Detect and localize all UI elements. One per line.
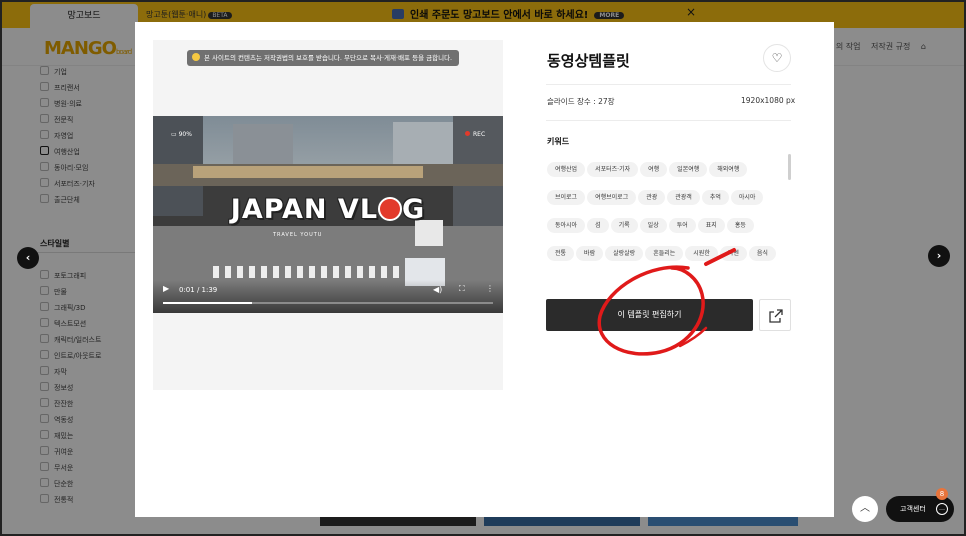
vlog-title-overlay: JAPAN VL G xyxy=(213,194,443,225)
keyword-chip[interactable]: 관광 xyxy=(638,190,666,205)
keyword-chip[interactable]: 음식 xyxy=(748,246,776,261)
vlog-title-right: G xyxy=(402,194,426,225)
keyword-chip[interactable]: 서포터즈·기자 xyxy=(587,162,639,177)
chevron-up-icon: ︿ xyxy=(860,503,870,514)
volume-icon: ◀) xyxy=(433,285,443,294)
rec-label: REC xyxy=(473,131,486,138)
keyword-chip[interactable]: 여행 xyxy=(640,162,668,177)
keyword-chip[interactable]: 일상 xyxy=(639,218,667,233)
customer-center-label: 고객센터 xyxy=(900,505,926,513)
scroll-top-button[interactable]: ︿ xyxy=(852,496,878,522)
keyword-chip[interactable]: 시원한 xyxy=(685,246,718,261)
keyword-scrollbar[interactable] xyxy=(788,154,791,180)
favorite-button[interactable]: ♡ xyxy=(763,44,791,72)
rec-indicator: REC xyxy=(465,131,485,138)
copyright-notice: 본 사이트의 컨텐츠는 저작권법의 보호를 받습니다. 무단으로 복사·게재·배… xyxy=(187,50,460,66)
divider xyxy=(546,120,791,121)
video-progress-bar[interactable] xyxy=(163,302,493,304)
copyright-text: 본 사이트의 컨텐츠는 저작권법의 보호를 받습니다. 무단으로 복사·게재·배… xyxy=(204,54,453,62)
keywords-heading: 키워드 xyxy=(547,137,570,146)
keyword-chip[interactable]: 홍등 xyxy=(726,218,754,233)
notification-badge: 8 xyxy=(936,488,948,500)
chevron-right-icon: › xyxy=(936,249,942,262)
preview-panel: 본 사이트의 컨텐츠는 저작권법의 보호를 받습니다. 무단으로 복사·게재·배… xyxy=(153,40,503,390)
fullscreen-button[interactable]: ⛶ xyxy=(459,284,465,294)
video-controls: ▶ 0:01 / 1:39 ◀) ⛶ ⋮ xyxy=(153,280,503,313)
keyword-chip[interactable]: 살랑살랑 xyxy=(605,246,644,261)
template-detail-modal: 본 사이트의 컨텐츠는 저작권법의 보호를 받습니다. 무단으로 복사·게재·배… xyxy=(135,22,834,517)
keyword-chip[interactable]: 관광객 xyxy=(667,190,700,205)
edit-template-button[interactable]: 이 템플릿 편집하기 xyxy=(546,299,753,331)
heart-icon: ♡ xyxy=(771,51,783,65)
template-title: 동영상템플릿 xyxy=(547,52,630,70)
fullscreen-icon: ⛶ xyxy=(459,284,465,293)
keyword-chip[interactable]: 전통 xyxy=(547,246,575,261)
keyword-chip[interactable]: 표지 xyxy=(697,218,725,233)
video-progress-fill xyxy=(163,302,253,304)
vlog-title-left: JAPAN VL xyxy=(230,194,379,225)
next-template-button[interactable]: › xyxy=(928,245,950,267)
rising-sun-icon xyxy=(378,197,403,221)
keyword-chip[interactable]: 섬 xyxy=(587,218,609,233)
keyword-chip[interactable]: 흔들리는 xyxy=(645,246,684,261)
divider xyxy=(546,84,791,85)
customer-center-button[interactable]: 고객센터 … xyxy=(886,496,954,522)
vlog-subtitle: TRAVEL YOUTU xyxy=(273,232,323,238)
video-train xyxy=(193,166,423,178)
share-external-icon xyxy=(769,309,783,323)
rec-dot-icon xyxy=(465,131,470,136)
keyword-chip[interactable]: 여행산업 xyxy=(547,162,586,177)
keyword-chip[interactable]: 라멘 xyxy=(719,246,747,261)
video-player[interactable]: ▭ 90% REC JAPAN VL G TRAVEL YOUTU ▶ 0:01 … xyxy=(153,116,503,313)
play-icon: ▶ xyxy=(163,284,170,293)
keyword-chip[interactable]: 동아시아 xyxy=(547,218,586,233)
battery-icon: ▭ xyxy=(171,131,179,138)
keyword-chip[interactable]: 일본여행 xyxy=(669,162,708,177)
chevron-left-icon: ‹ xyxy=(25,251,31,264)
keyword-chip[interactable]: 기록 xyxy=(610,218,638,233)
keyword-chip[interactable]: 여행브이로그 xyxy=(587,190,637,205)
battery-level: 90% xyxy=(178,131,192,138)
battery-indicator: ▭ 90% xyxy=(171,131,192,138)
chat-icon: … xyxy=(936,503,948,515)
play-button[interactable]: ▶ xyxy=(163,284,169,293)
keyword-chip[interactable]: 추억 xyxy=(701,190,729,205)
video-menu-button[interactable]: ⋮ xyxy=(486,284,494,293)
info-icon xyxy=(192,53,200,61)
video-crosswalk xyxy=(213,266,433,278)
keyword-chip[interactable]: 아시아 xyxy=(730,190,764,205)
keyword-list: 여행산업 서포터즈·기자 여행 일본여행 해외여행브이로그 여행브이로그 관광 관광객 추억 아시… xyxy=(547,156,783,264)
keyword-chip[interactable]: 투어 xyxy=(668,218,696,233)
slide-count: 슬라이드 장수 : 27장 xyxy=(547,97,615,106)
keyword-chip[interactable]: 브이로그 xyxy=(547,190,586,205)
kebab-menu-icon: ⋮ xyxy=(486,284,494,293)
share-button[interactable] xyxy=(759,299,791,331)
video-timecode: 0:01 / 1:39 xyxy=(179,286,218,294)
keyword-chip[interactable]: 바람 xyxy=(576,246,604,261)
prev-template-button[interactable]: ‹ xyxy=(17,247,39,269)
keyword-chip[interactable]: 해외여행 xyxy=(709,162,748,177)
volume-button[interactable]: ◀) xyxy=(433,285,442,294)
resolution: 1920x1080 px xyxy=(741,96,796,105)
